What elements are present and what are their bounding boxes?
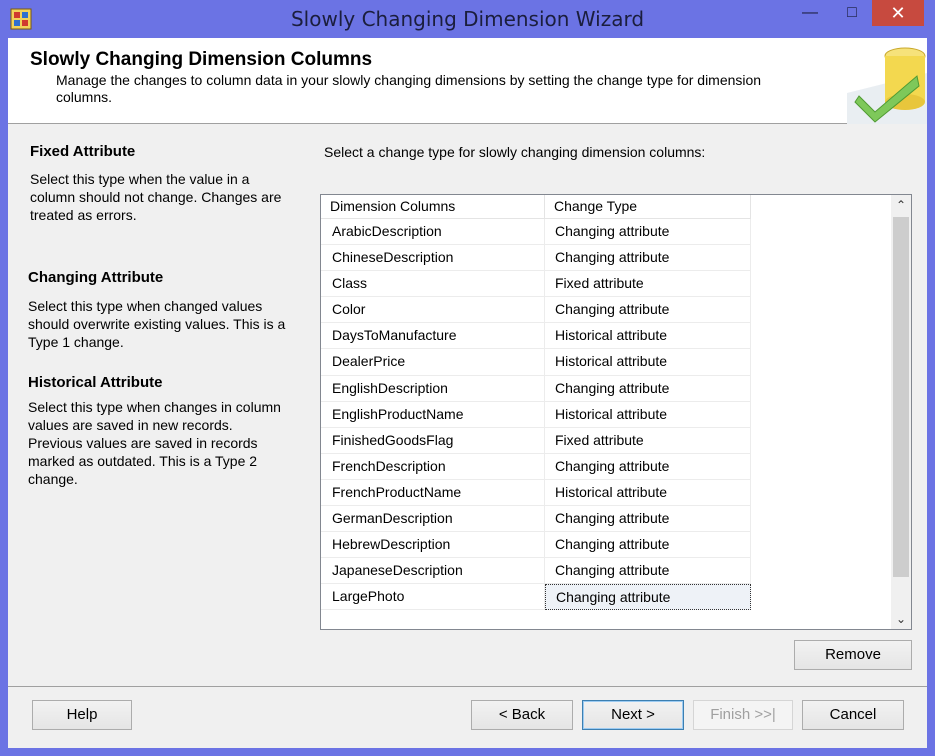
scrollbar-thumb[interactable] [893,217,909,577]
change-type-cell[interactable]: Changing attribute [545,584,751,611]
change-type-cell[interactable]: Changing attribute [545,453,751,480]
grid-prompt: Select a change type for slowly changing… [324,144,706,160]
minimize-button[interactable]: — [790,0,830,26]
change-type-cell[interactable]: Changing attribute [545,558,751,585]
cancel-button[interactable]: Cancel [802,700,904,730]
table-row[interactable]: DaysToManufacture Historical attribute [321,323,751,350]
changing-attribute-text: Select this type when changed values sho… [28,298,286,350]
table-row[interactable]: EnglishProductName Historical attribute [321,401,751,428]
dimension-column-cell[interactable]: GermanDescription [321,506,545,533]
fixed-attribute-heading: Fixed Attribute [30,143,136,160]
table-row[interactable]: GermanDescription Changing attribute [321,506,751,533]
dimension-column-cell[interactable]: Color [321,297,545,324]
help-button[interactable]: Help [32,700,132,730]
footer-divider [8,686,927,687]
dimension-column-cell[interactable]: DealerPrice [321,349,545,376]
change-type-cell[interactable]: Historical attribute [545,479,751,507]
dimension-column-cell[interactable]: FrenchDescription [321,453,545,480]
fixed-attribute-text: Select this type when the value in a col… [30,171,282,223]
table-row[interactable]: HebrewDescription Changing attribute [321,532,751,559]
change-type-cell[interactable]: Historical attribute [545,349,751,376]
change-type-cell[interactable]: Fixed attribute [545,427,751,454]
grid-rows: ArabicDescription Changing attribute Chine… [321,219,751,611]
change-type-cell[interactable]: Historical attribute [545,323,751,350]
vertical-scrollbar[interactable]: ⌃ ⌄ [891,195,911,629]
title-bar[interactable]: Slowly Changing Dimension Wizard — □ ✕ [0,0,935,38]
chevron-up-icon[interactable]: ⌃ [891,195,911,215]
historical-attribute-text: Select this type when changes in column … [28,399,281,487]
back-button[interactable]: < Back [471,700,573,730]
table-row[interactable]: JapaneseDescription Changing attribute [321,558,751,585]
change-type-cell[interactable]: Changing attribute [545,506,751,533]
change-type-cell[interactable]: Changing attribute [545,219,751,246]
table-row[interactable]: DealerPrice Historical attribute [321,349,751,376]
column-header-change-type[interactable]: Change Type [545,195,751,219]
table-row[interactable]: EnglishDescription Changing attribute [321,375,751,402]
change-type-cell[interactable]: Changing attribute [545,297,751,324]
dimension-column-cell[interactable]: FinishedGoodsFlag [321,427,545,454]
dimension-column-cell[interactable]: ArabicDescription [321,219,545,246]
table-row[interactable]: FrenchDescription Changing attribute [321,453,751,480]
wizard-window: Slowly Changing Dimension Wizard — □ ✕ S… [0,0,935,756]
table-row[interactable]: FinishedGoodsFlag Fixed attribute [321,427,751,454]
change-type-cell[interactable]: Fixed attribute [545,271,751,298]
close-button[interactable]: ✕ [872,0,924,26]
table-row[interactable]: FrenchProductName Historical attribute [321,479,751,507]
changing-attribute-heading: Changing Attribute [28,269,164,286]
remove-button[interactable]: Remove [794,640,912,670]
change-type-cell[interactable]: Changing attribute [545,245,751,272]
chevron-down-icon[interactable]: ⌄ [891,609,911,629]
dimension-columns-grid[interactable]: Dimension Columns Change Type ArabicDesc… [320,194,912,630]
historical-attribute-heading: Historical Attribute [28,374,163,391]
change-type-cell[interactable]: Historical attribute [545,401,751,428]
page-title: Slowly Changing Dimension Columns [30,49,373,70]
table-row[interactable]: Class Fixed attribute [321,271,751,298]
finish-button[interactable]: Finish >>| [693,700,793,730]
grid-header: Dimension Columns Change Type [321,195,751,219]
dimension-column-cell[interactable]: DaysToManufacture [321,323,545,350]
dimension-column-cell[interactable]: JapaneseDescription [321,558,545,585]
dimension-column-cell[interactable]: LargePhoto [321,584,545,611]
change-type-cell[interactable]: Changing attribute [545,375,751,402]
dimension-column-cell[interactable]: Class [321,271,545,298]
next-button[interactable]: Next > [582,700,684,730]
dimension-column-cell[interactable]: ChineseDescription [321,245,545,272]
dialog-client-area: Slowly Changing Dimension Columns Manage… [8,38,927,748]
dimension-column-cell[interactable]: EnglishDescription [321,375,545,402]
column-header-dimension-columns[interactable]: Dimension Columns [321,195,545,219]
table-row[interactable]: ChineseDescription Changing attribute [321,245,751,272]
page-description: Manage the changes to column data in you… [56,72,762,105]
table-row[interactable]: ArabicDescription Changing attribute [321,219,751,246]
table-row[interactable]: Color Changing attribute [321,297,751,324]
dimension-column-cell[interactable]: FrenchProductName [321,479,545,507]
table-row[interactable]: LargePhoto Changing attribute [321,584,751,611]
change-type-cell[interactable]: Changing attribute [545,532,751,559]
dimension-column-cell[interactable]: EnglishProductName [321,401,545,428]
wizard-header: Slowly Changing Dimension Columns Manage… [8,38,927,124]
maximize-button[interactable]: □ [832,0,872,26]
database-check-icon [847,38,927,124]
dimension-column-cell[interactable]: HebrewDescription [321,532,545,559]
